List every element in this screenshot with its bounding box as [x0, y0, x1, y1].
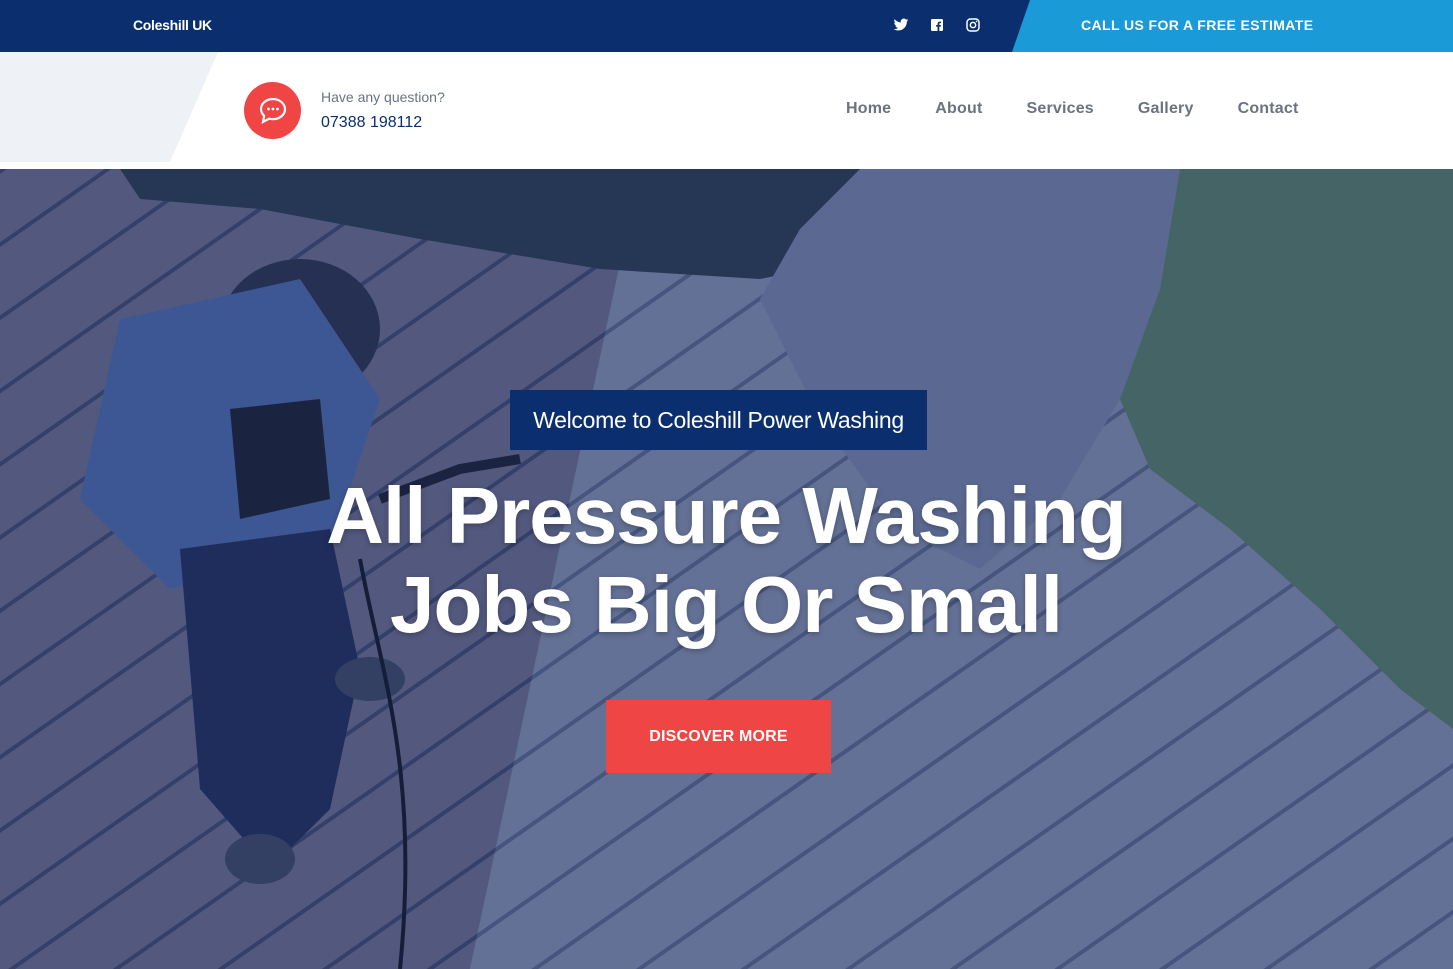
social-links — [893, 17, 981, 33]
brand-name: Coleshill UK — [133, 17, 212, 33]
decorative-wedge — [0, 52, 218, 162]
phone-number[interactable]: 07388 198112 — [321, 114, 422, 132]
twitter-icon[interactable] — [893, 17, 909, 33]
headline-line-2: Jobs Big Or Small — [389, 560, 1063, 649]
question-label: Have any question? — [321, 89, 445, 105]
free-estimate-cta[interactable]: CALL US FOR A FREE ESTIMATE — [1012, 0, 1453, 52]
hero-headline: All Pressure Washing Jobs Big Or Small — [226, 471, 1226, 649]
facebook-icon[interactable] — [929, 17, 945, 33]
site-header: Have any question? 07388 198112 Home Abo… — [0, 52, 1453, 169]
hero-section: Welcome to Coleshill Power Washing All P… — [0, 169, 1453, 969]
top-bar: Coleshill UK CALL US FOR A FREE ESTIMATE — [0, 0, 1453, 52]
discover-more-button[interactable]: DISCOVER MORE — [606, 700, 831, 773]
welcome-tag: Welcome to Coleshill Power Washing — [510, 390, 927, 450]
instagram-icon[interactable] — [965, 17, 981, 33]
nav-gallery[interactable]: Gallery — [1138, 100, 1194, 118]
nav-services[interactable]: Services — [1026, 100, 1093, 118]
chat-bubble-icon — [244, 82, 301, 139]
headline-line-1: All Pressure Washing — [326, 471, 1126, 560]
nav-about[interactable]: About — [935, 100, 982, 118]
nav-home[interactable]: Home — [846, 100, 891, 118]
main-nav: Home About Services Gallery Contact — [846, 100, 1299, 118]
free-estimate-label: CALL US FOR A FREE ESTIMATE — [1081, 17, 1314, 33]
nav-contact[interactable]: Contact — [1238, 100, 1299, 118]
